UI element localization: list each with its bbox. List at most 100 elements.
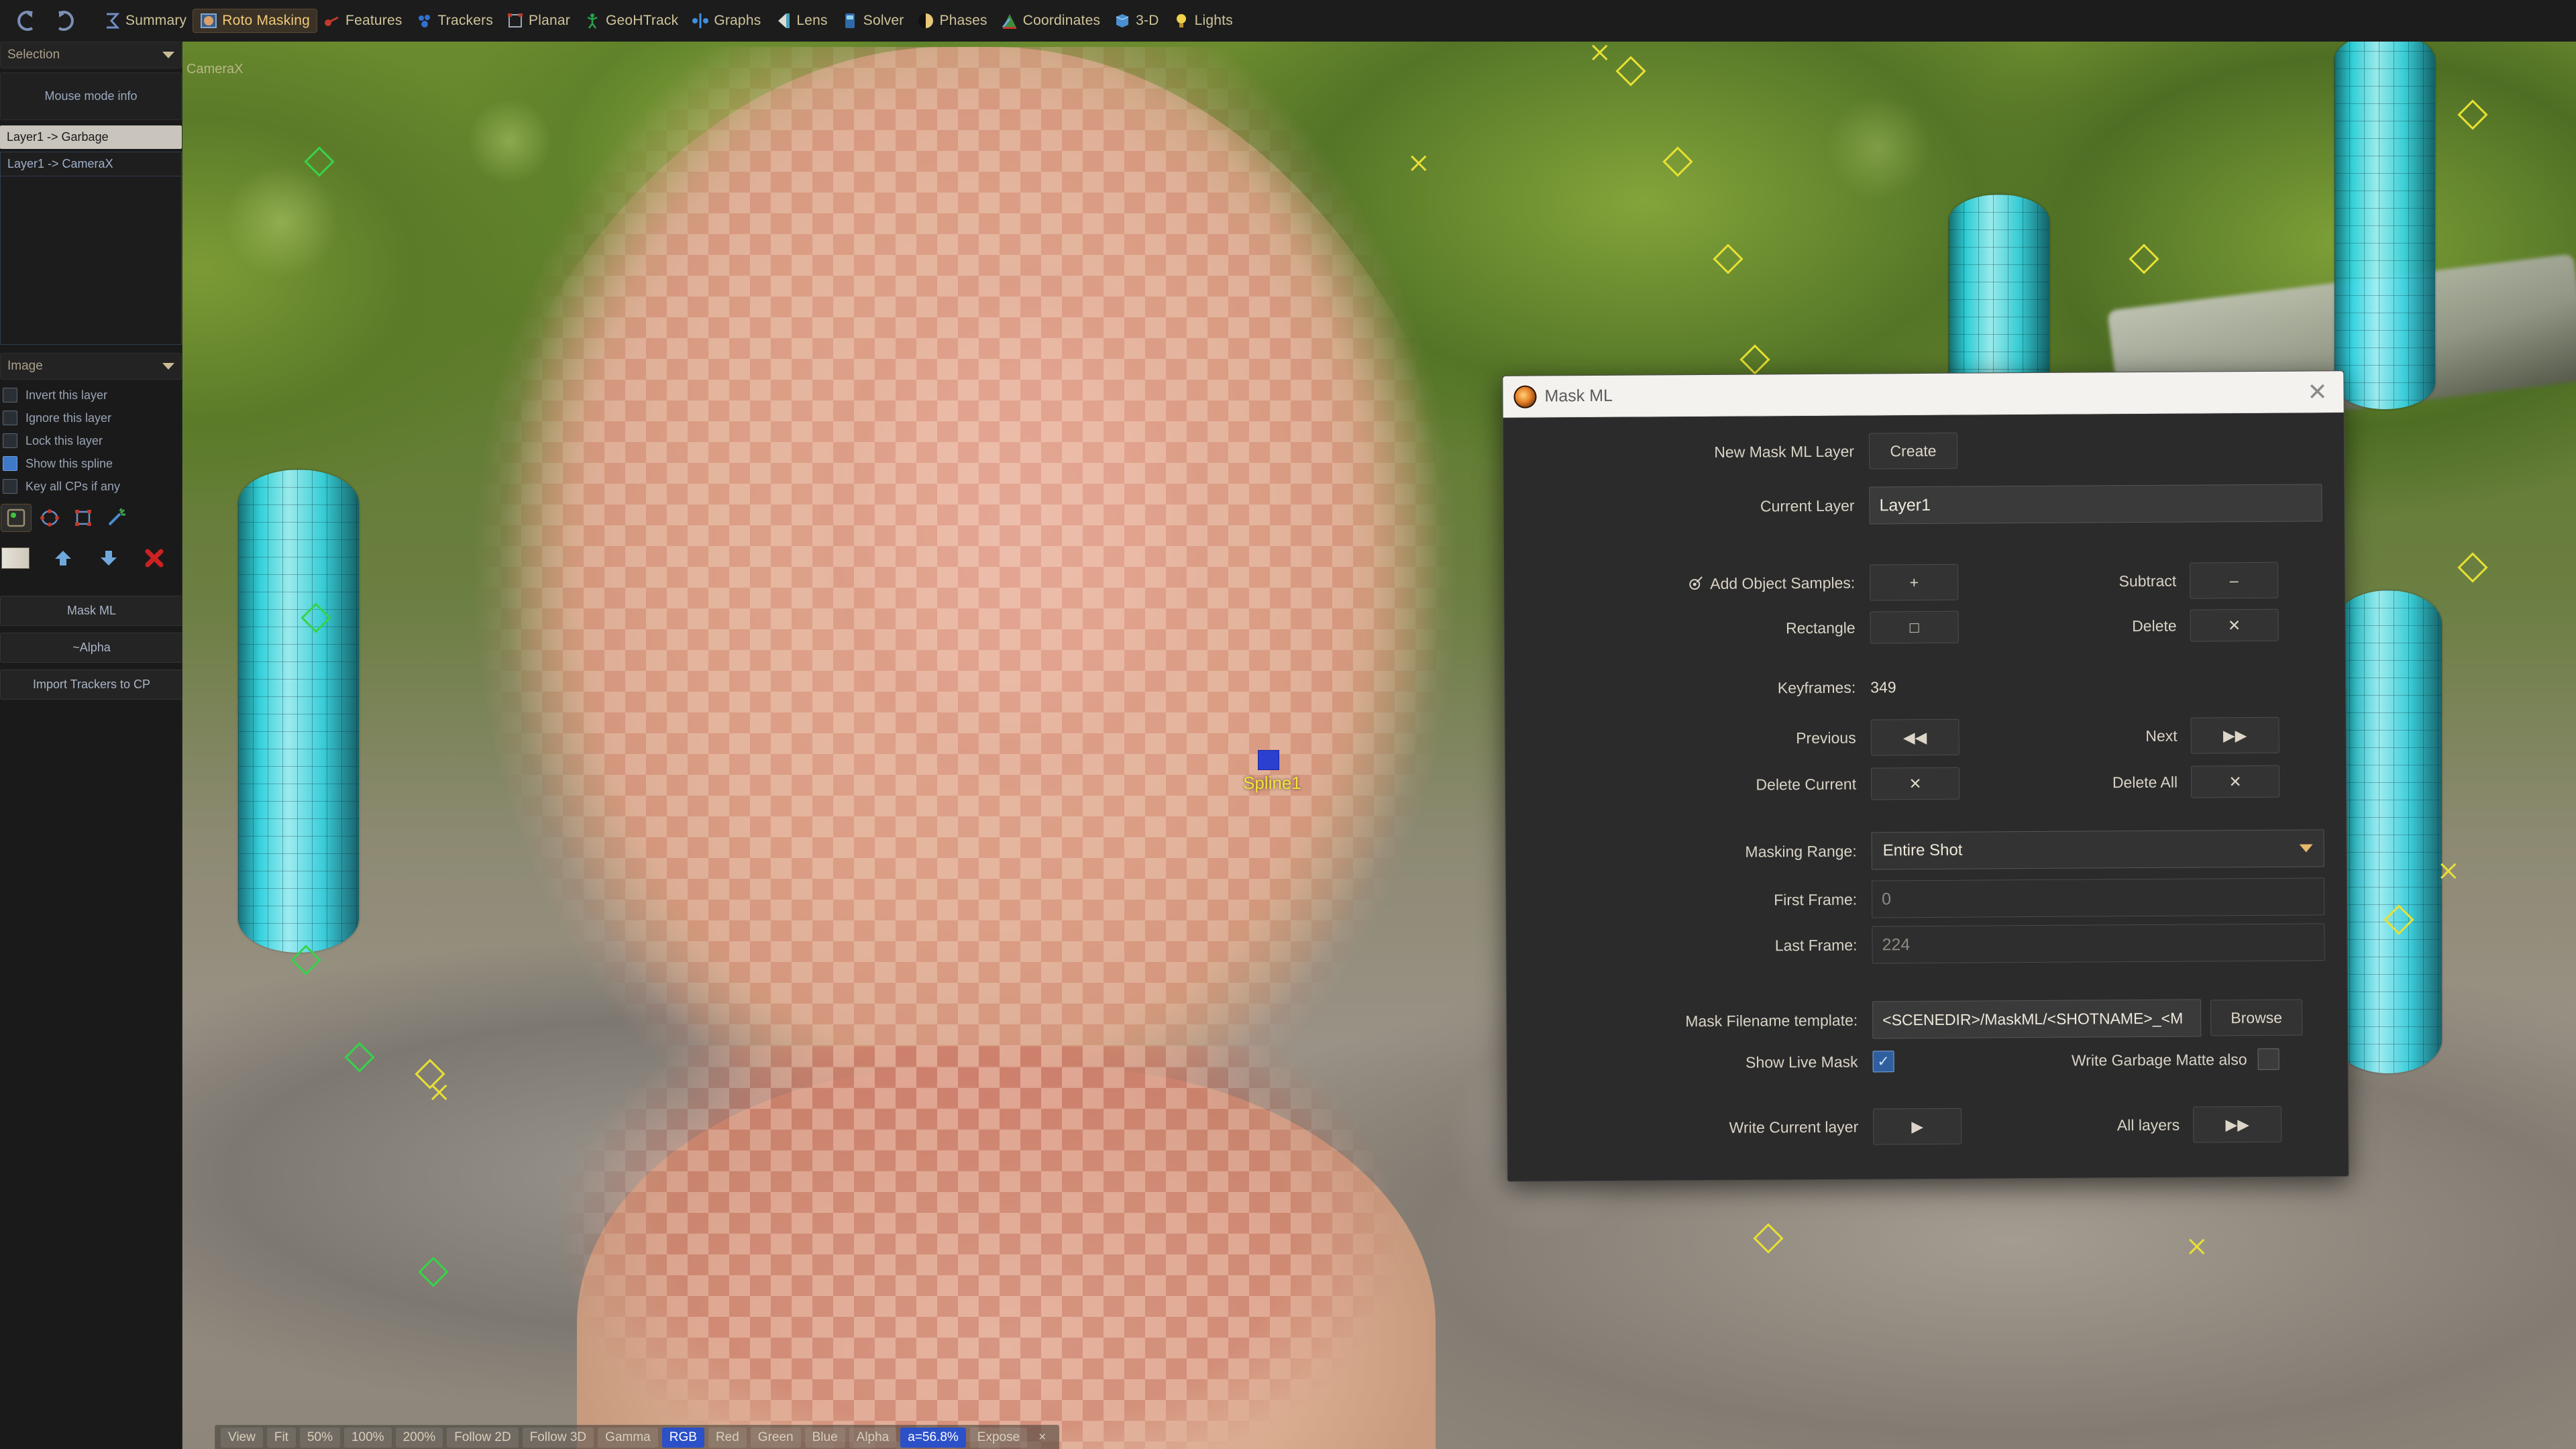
bottom-bar-close-icon[interactable]: ×	[1031, 1428, 1053, 1448]
image-group-header[interactable]: Image	[0, 353, 182, 380]
option-show-spline[interactable]: Show this spline	[0, 452, 182, 475]
delete-icon[interactable]	[140, 545, 169, 572]
toolbar-item-planar[interactable]: Planar	[500, 9, 577, 32]
toolbar-item-phases[interactable]: Phases	[910, 9, 994, 32]
next-label: Next	[2145, 727, 2178, 745]
delete-all-label: Delete All	[2112, 773, 2178, 791]
last-frame-input[interactable]: 224	[1872, 923, 2325, 964]
option-lock-layer[interactable]: Lock this layer	[0, 429, 182, 452]
checkbox[interactable]	[3, 433, 17, 448]
bottom-bar-green[interactable]: Green	[750, 1428, 801, 1448]
row-previous-next: Previous ◀◀ Next ▶▶	[1505, 716, 2345, 758]
layer-options: Invert this layer Ignore this layer Lock…	[0, 384, 182, 498]
move-down-icon[interactable]	[94, 545, 123, 572]
toolbar-label: Solver	[863, 13, 904, 28]
bottom-bar-follow-2d[interactable]: Follow 2D	[447, 1428, 519, 1448]
bottom-bar-zoom-100[interactable]: 100%	[343, 1428, 392, 1448]
toolbar-item-graphs[interactable]: Graphs	[685, 9, 767, 32]
bottom-bar-follow-3d[interactable]: Follow 3D	[522, 1428, 594, 1448]
graphs-icon	[692, 12, 709, 30]
next-keyframe-button[interactable]: ▶▶	[2190, 716, 2279, 754]
spline-control-point[interactable]	[1258, 750, 1279, 770]
masking-range-select[interactable]: Entire Shot	[1871, 829, 2324, 870]
layer-list-body[interactable]	[0, 176, 182, 345]
toolbar-item-roto-masking[interactable]: Roto Masking	[193, 9, 318, 33]
selection-group-header[interactable]: Selection	[0, 42, 182, 68]
toolbar-item-summary[interactable]: Summary	[97, 9, 193, 32]
checkbox[interactable]	[3, 479, 17, 494]
bottom-bar-gamma[interactable]: Gamma	[598, 1428, 658, 1448]
mask-filename-input[interactable]: <SCENEDIR>/MaskML/<SHOTNAME>_<M	[1872, 999, 2202, 1039]
toolbar-item-solver[interactable]: Solver	[835, 9, 911, 32]
row-mask-filename: Mask Filename template: <SCENEDIR>/MaskM…	[1507, 998, 2347, 1041]
bottom-bar-expose[interactable]: Expose	[969, 1428, 1028, 1448]
option-invert-layer[interactable]: Invert this layer	[0, 384, 182, 407]
forward-arrow-icon[interactable]	[51, 9, 76, 32]
import-trackers-to-cp-button[interactable]: Import Trackers to CP	[0, 669, 182, 700]
toolbar-label: Lens	[796, 13, 828, 28]
mask-ml-button[interactable]: Mask ML	[0, 596, 182, 626]
checkbox[interactable]	[3, 456, 17, 471]
checkbox[interactable]	[3, 388, 17, 402]
bottom-bar-zoom-50[interactable]: 50%	[299, 1428, 340, 1448]
write-garbage-matte-checkbox[interactable]	[2257, 1048, 2279, 1070]
add-object-samples-label: Add Object Samples:	[1710, 574, 1856, 592]
toolbar-item-3d[interactable]: 3-D	[1107, 9, 1165, 32]
rectangle-button[interactable]: □	[1870, 610, 1959, 644]
rectangle-label: Rectangle	[1785, 619, 1856, 637]
delete-label: Delete	[2132, 616, 2177, 635]
toolbar-label: Features	[345, 13, 402, 28]
bottom-bar-zoom-200[interactable]: 200%	[395, 1428, 443, 1448]
toolbar-item-geohtrack[interactable]: GeoHTrack	[577, 9, 685, 32]
toolbar-item-features[interactable]: Features	[317, 9, 409, 32]
checkbox[interactable]	[3, 411, 17, 425]
subtract-button[interactable]: –	[2190, 561, 2279, 599]
bottom-bar-red[interactable]: Red	[708, 1428, 747, 1448]
option-ignore-layer[interactable]: Ignore this layer	[0, 407, 182, 429]
first-frame-input[interactable]: 0	[1871, 877, 2325, 918]
all-layers-label: All layers	[2116, 1116, 2180, 1134]
chevron-down-icon[interactable]	[162, 363, 174, 370]
planar-icon	[506, 12, 524, 30]
magic-wand-tool-icon[interactable]	[102, 504, 131, 531]
bottom-bar-rgb[interactable]: RGB	[661, 1428, 704, 1448]
previous-keyframe-button[interactable]: ◀◀	[1870, 718, 1960, 756]
toolbar-item-lights[interactable]: Lights	[1166, 9, 1240, 32]
image-tool-icon[interactable]	[1, 504, 32, 532]
option-key-all-cps[interactable]: Key all CPs if any	[0, 475, 182, 498]
toolbar-item-lens[interactable]: Lens	[767, 9, 834, 32]
current-layer-input[interactable]: Layer1	[1869, 484, 2322, 525]
toolbar-item-trackers[interactable]: Trackers	[409, 9, 500, 32]
target-icon	[1689, 576, 1703, 590]
layer-item-selected[interactable]: Layer1 -> Garbage	[0, 125, 182, 149]
create-button[interactable]: Create	[1868, 432, 1958, 470]
close-icon[interactable]: ✕	[2302, 376, 2332, 407]
add-sample-button[interactable]: +	[1870, 564, 1959, 601]
all-layers-button[interactable]: ▶▶	[2193, 1106, 2282, 1143]
toolbar-item-coordinates[interactable]: Coordinates	[994, 9, 1107, 32]
delete-all-button[interactable]: ✕	[2190, 765, 2280, 798]
back-arrow-icon[interactable]	[15, 9, 40, 32]
color-swatch[interactable]	[1, 547, 30, 569]
layer-item[interactable]: Layer1 -> CameraX	[0, 152, 182, 176]
browse-button[interactable]: Browse	[2210, 999, 2303, 1036]
alpha-button[interactable]: ~Alpha	[0, 633, 182, 663]
toolbar-label: Trackers	[437, 13, 494, 28]
move-up-icon[interactable]	[48, 545, 78, 572]
chevron-down-icon[interactable]	[162, 52, 174, 58]
bottom-bar-view[interactable]: View	[221, 1428, 263, 1448]
ellipse-tool-icon[interactable]	[35, 504, 64, 531]
bottom-bar-fit[interactable]: Fit	[266, 1428, 296, 1448]
chevron-down-icon	[2299, 844, 2313, 853]
write-current-layer-button[interactable]: ▶	[1873, 1108, 1962, 1145]
bottom-bar-alpha[interactable]: Alpha	[849, 1428, 897, 1448]
show-live-mask-checkbox[interactable]: ✓	[1872, 1051, 1894, 1073]
app-logo-icon	[1513, 385, 1537, 409]
rectangle-tool-icon[interactable]	[68, 504, 98, 531]
phases-icon	[917, 12, 934, 30]
dialog-titlebar[interactable]: Mask ML ✕	[1503, 371, 2344, 418]
delete-button[interactable]: ✕	[2190, 608, 2279, 642]
bottom-bar-blue[interactable]: Blue	[804, 1428, 845, 1448]
bottom-bar-alpha-value[interactable]: a=56.8%	[900, 1428, 966, 1448]
delete-current-button[interactable]: ✕	[1870, 767, 1960, 800]
